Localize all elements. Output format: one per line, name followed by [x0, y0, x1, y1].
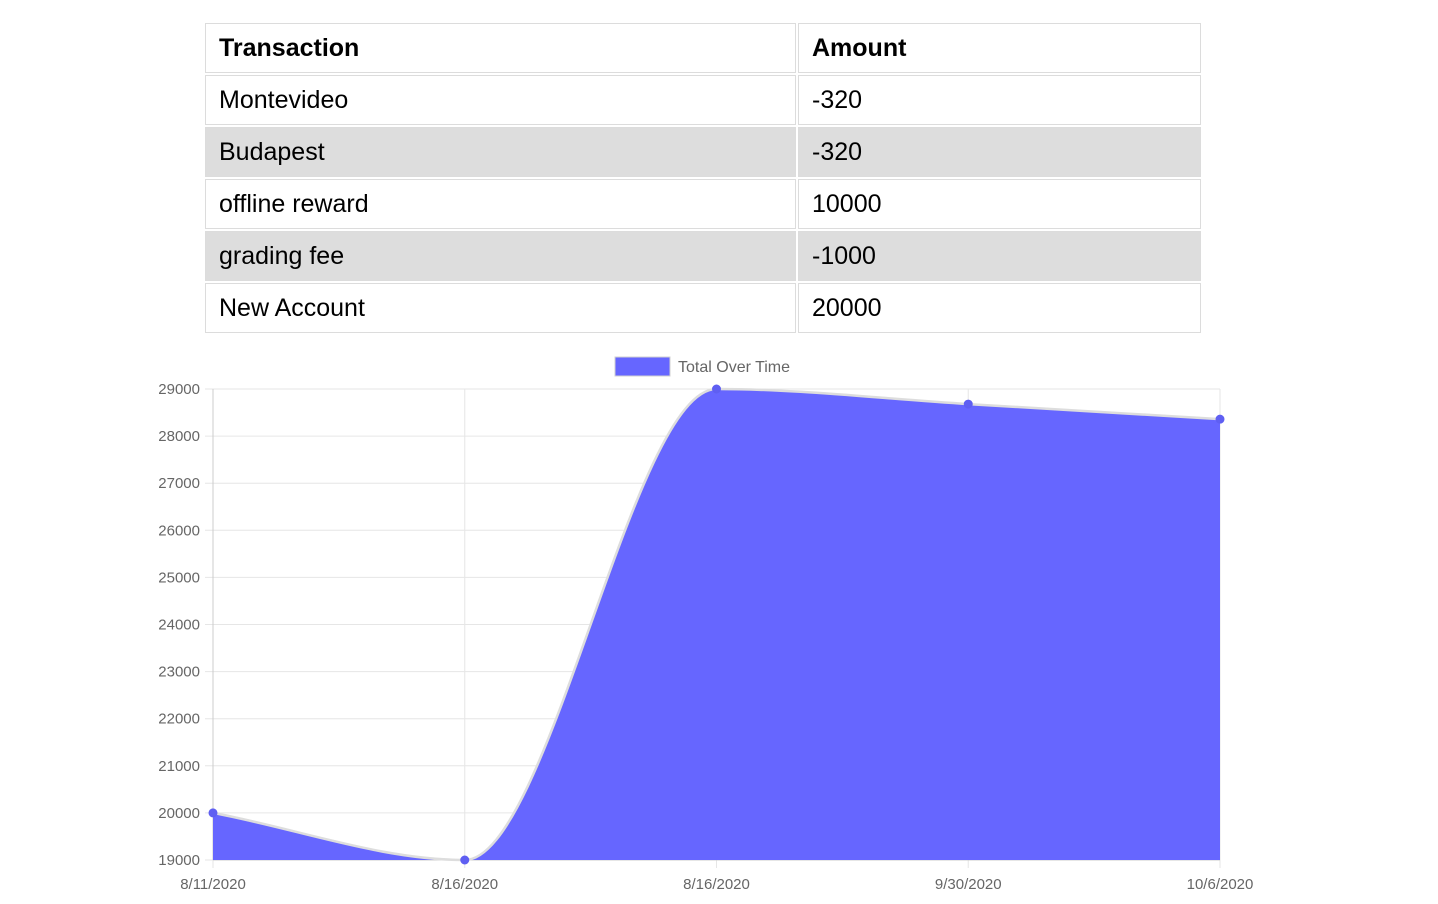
x-tick-label: 10/6/2020	[1187, 876, 1254, 893]
y-tick-label: 25000	[158, 569, 200, 586]
y-tick-label: 23000	[158, 664, 200, 681]
x-tick-label: 8/16/2020	[431, 876, 498, 893]
y-tick-label: 27000	[158, 475, 200, 492]
legend-swatch	[614, 356, 671, 377]
x-tick-label: 8/16/2020	[683, 876, 750, 893]
x-tick-label: 9/30/2020	[935, 876, 1002, 893]
y-tick-label: 21000	[158, 758, 200, 775]
data-point	[963, 399, 973, 409]
y-tick-label: 28000	[158, 428, 200, 445]
page: Transaction Amount Montevideo -320 Budap…	[0, 0, 1438, 904]
y-tick-label: 22000	[158, 711, 200, 728]
y-tick-label: 20000	[158, 805, 200, 822]
x-tick-label: 8/11/2020	[180, 876, 246, 893]
y-tick-label: 26000	[158, 522, 200, 539]
data-point	[460, 855, 470, 865]
data-point	[208, 808, 218, 818]
y-tick-label: 29000	[158, 381, 200, 398]
y-tick-label: 24000	[158, 617, 200, 634]
data-point	[712, 384, 721, 394]
legend-label: Total Over Time	[678, 359, 790, 376]
y-tick-label: 19000	[158, 852, 200, 869]
data-point	[1215, 414, 1225, 424]
total-over-time-chart: 19000 20000 21000 22000 23000 24000 25000 26000…	[158, 356, 1254, 893]
